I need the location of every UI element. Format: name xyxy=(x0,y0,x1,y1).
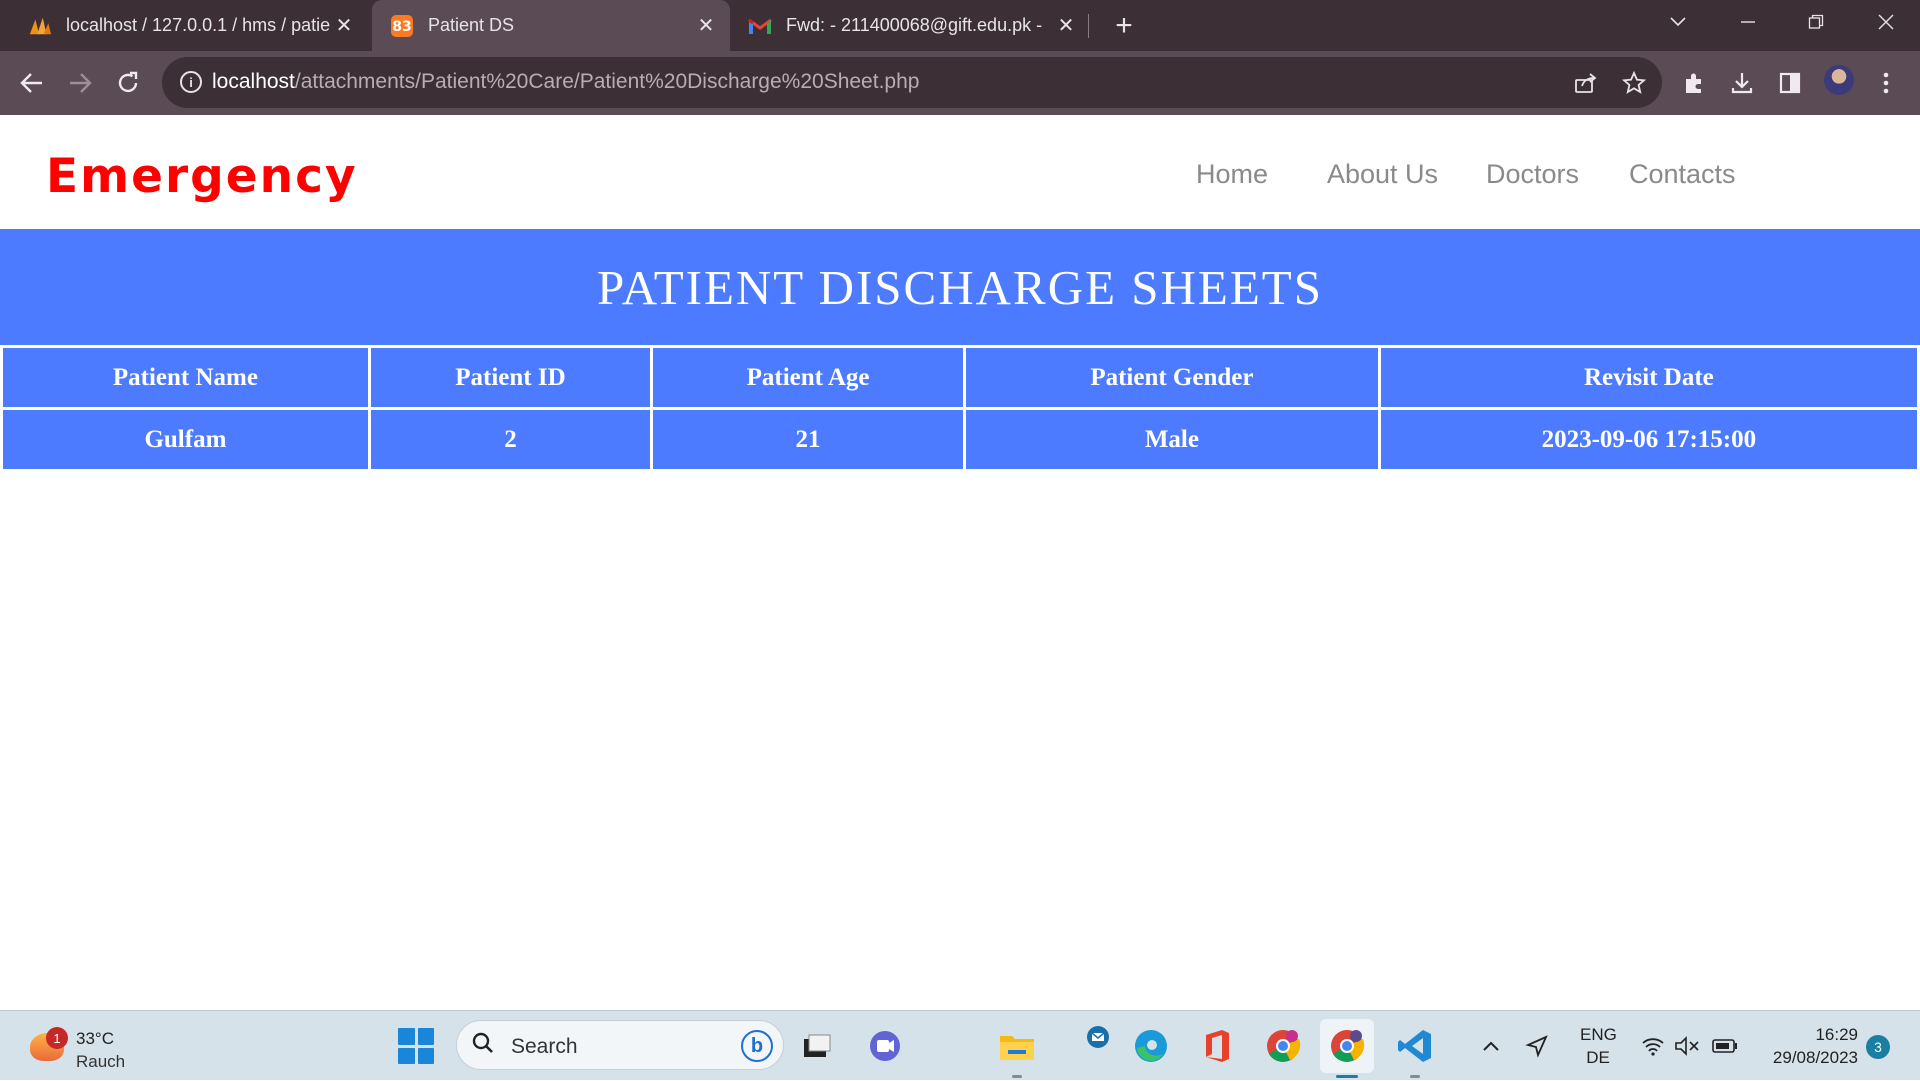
chrome-profile-icon[interactable] xyxy=(1264,1027,1302,1065)
bing-icon[interactable]: b xyxy=(741,1030,773,1062)
phpmyadmin-icon xyxy=(28,14,52,38)
tab-search-icon[interactable] xyxy=(1648,0,1708,44)
clock-time: 16:29 xyxy=(1815,1025,1858,1044)
site-header: Emergency Home About Us Doctors Contacts xyxy=(0,115,1920,229)
volume-muted-icon[interactable] xyxy=(1672,1011,1702,1081)
svg-text:83: 83 xyxy=(392,19,411,35)
tab-patient-ds[interactable]: 83 Patient DS ✕ xyxy=(372,0,730,51)
weather-widget[interactable]: 1 33°C Rauch xyxy=(26,1021,176,1071)
outlook-badge-icon[interactable] xyxy=(1080,1019,1116,1055)
teams-chat-icon[interactable] xyxy=(866,1027,904,1065)
table-header-row: Patient Name Patient ID Patient Age Pati… xyxy=(3,348,1917,407)
column-header: Patient Gender xyxy=(966,348,1378,407)
close-tab-icon[interactable]: ✕ xyxy=(330,12,358,40)
close-tab-icon[interactable]: ✕ xyxy=(1052,12,1080,40)
column-header: Patient ID xyxy=(370,348,651,407)
vscode-icon[interactable] xyxy=(1396,1027,1434,1065)
profile-avatar[interactable] xyxy=(1824,65,1854,95)
cell-revisit-date: 2023-09-06 17:15:00 xyxy=(1380,410,1917,469)
language-code: ENG xyxy=(1580,1025,1617,1044)
download-icon[interactable] xyxy=(1724,65,1760,101)
search-label: Search xyxy=(511,1035,578,1058)
tab-gmail[interactable]: Fwd: - 211400068@gift.edu.pk - ✕ xyxy=(730,0,1090,51)
web-page: Emergency Home About Us Doctors Contacts… xyxy=(0,115,1920,1010)
tab-title: localhost / 127.0.0.1 / hms / patie xyxy=(66,15,330,35)
office-icon[interactable] xyxy=(1198,1027,1236,1065)
show-hidden-icons-chevron-icon[interactable] xyxy=(1476,1011,1506,1081)
gmail-icon xyxy=(748,14,772,38)
windows-taskbar: 1 33°C Rauch Search b ENG DE 16:29 29/08… xyxy=(0,1010,1920,1080)
new-tab-button[interactable]: + xyxy=(1108,9,1140,42)
chrome-icon[interactable] xyxy=(1328,1027,1366,1065)
tab-strip: localhost / 127.0.0.1 / hms / patie ✕ 83… xyxy=(0,0,1920,51)
column-header: Patient Name xyxy=(3,348,368,407)
column-header: Patient Age xyxy=(653,348,964,407)
weather-badge: 1 xyxy=(46,1027,68,1049)
reload-icon[interactable] xyxy=(110,65,146,101)
browser-toolbar: i localhost/attachments/Patient%20Care/P… xyxy=(0,51,1920,115)
search-icon xyxy=(471,1031,495,1062)
table-row: Gulfam 2 21 Male 2023-09-06 17:15:00 xyxy=(3,410,1917,469)
edge-browser-icon[interactable] xyxy=(1132,1027,1170,1065)
close-window-icon[interactable] xyxy=(1856,0,1916,44)
notification-badge[interactable]: 3 xyxy=(1866,1035,1890,1059)
share-icon[interactable] xyxy=(1572,69,1600,97)
forward-arrow-icon[interactable] xyxy=(62,65,98,101)
extensions-puzzle-icon[interactable] xyxy=(1676,65,1712,101)
nav-about-us[interactable]: About Us xyxy=(1327,159,1438,190)
running-indicator xyxy=(1410,1075,1420,1078)
xampp-icon: 83 xyxy=(390,14,414,38)
tab-phpmyadmin[interactable]: localhost / 127.0.0.1 / hms / patie ✕ xyxy=(0,0,368,51)
weather-condition: Rauch xyxy=(76,1052,126,1071)
minimize-icon[interactable] xyxy=(1718,0,1778,44)
nav-doctors[interactable]: Doctors xyxy=(1486,159,1579,190)
battery-icon[interactable] xyxy=(1710,1011,1740,1081)
site-logo[interactable]: Emergency xyxy=(46,149,358,204)
cell-patient-id: 2 xyxy=(370,410,651,469)
discharge-table: Patient Name Patient ID Patient Age Pati… xyxy=(0,345,1920,472)
site-info-icon[interactable]: i xyxy=(180,71,202,93)
clock-date: 29/08/2023 xyxy=(1772,1048,1858,1067)
side-panel-icon[interactable] xyxy=(1772,65,1808,101)
bookmark-star-icon[interactable] xyxy=(1620,69,1648,97)
wifi-icon[interactable] xyxy=(1638,1011,1668,1081)
close-tab-icon[interactable]: ✕ xyxy=(692,12,720,40)
restore-icon[interactable] xyxy=(1786,0,1846,44)
keyboard-layout: DE xyxy=(1586,1048,1610,1067)
page-title: PATIENT DISCHARGE SHEETS xyxy=(597,259,1323,315)
address-bar[interactable]: i localhost/attachments/Patient%20Care/P… xyxy=(162,57,1662,108)
system-clock[interactable]: 16:29 29/08/2023 xyxy=(1754,1023,1858,1069)
tab-title: Fwd: - 211400068@gift.edu.pk - xyxy=(786,15,1043,35)
back-arrow-icon[interactable] xyxy=(14,65,50,101)
running-indicator xyxy=(1012,1075,1022,1078)
tab-divider xyxy=(1088,14,1089,38)
cell-patient-age: 21 xyxy=(653,410,964,469)
taskbar-search[interactable]: Search b xyxy=(456,1020,784,1070)
url-text: localhost/attachments/Patient%20Care/Pat… xyxy=(212,70,919,94)
weather-temp: 33°C xyxy=(76,1029,114,1048)
active-indicator xyxy=(1336,1075,1358,1078)
column-header: Revisit Date xyxy=(1380,348,1917,407)
nav-home[interactable]: Home xyxy=(1196,159,1268,190)
url-host: localhost xyxy=(212,70,295,93)
task-view-icon[interactable] xyxy=(798,1027,836,1065)
cell-patient-gender: Male xyxy=(966,410,1378,469)
tab-title: Patient DS xyxy=(428,15,515,35)
cell-patient-name: Gulfam xyxy=(3,410,368,469)
location-arrow-icon[interactable] xyxy=(1522,1011,1552,1081)
windows-start-icon[interactable] xyxy=(398,1028,434,1064)
page-banner: PATIENT DISCHARGE SHEETS xyxy=(0,229,1920,345)
file-explorer-icon[interactable] xyxy=(998,1027,1036,1065)
nav-contacts[interactable]: Contacts xyxy=(1629,159,1736,190)
input-language[interactable]: ENG DE xyxy=(1580,1023,1617,1069)
menu-kebab-icon[interactable] xyxy=(1868,65,1904,101)
url-path: /attachments/Patient%20Care/Patient%20Di… xyxy=(294,70,920,93)
